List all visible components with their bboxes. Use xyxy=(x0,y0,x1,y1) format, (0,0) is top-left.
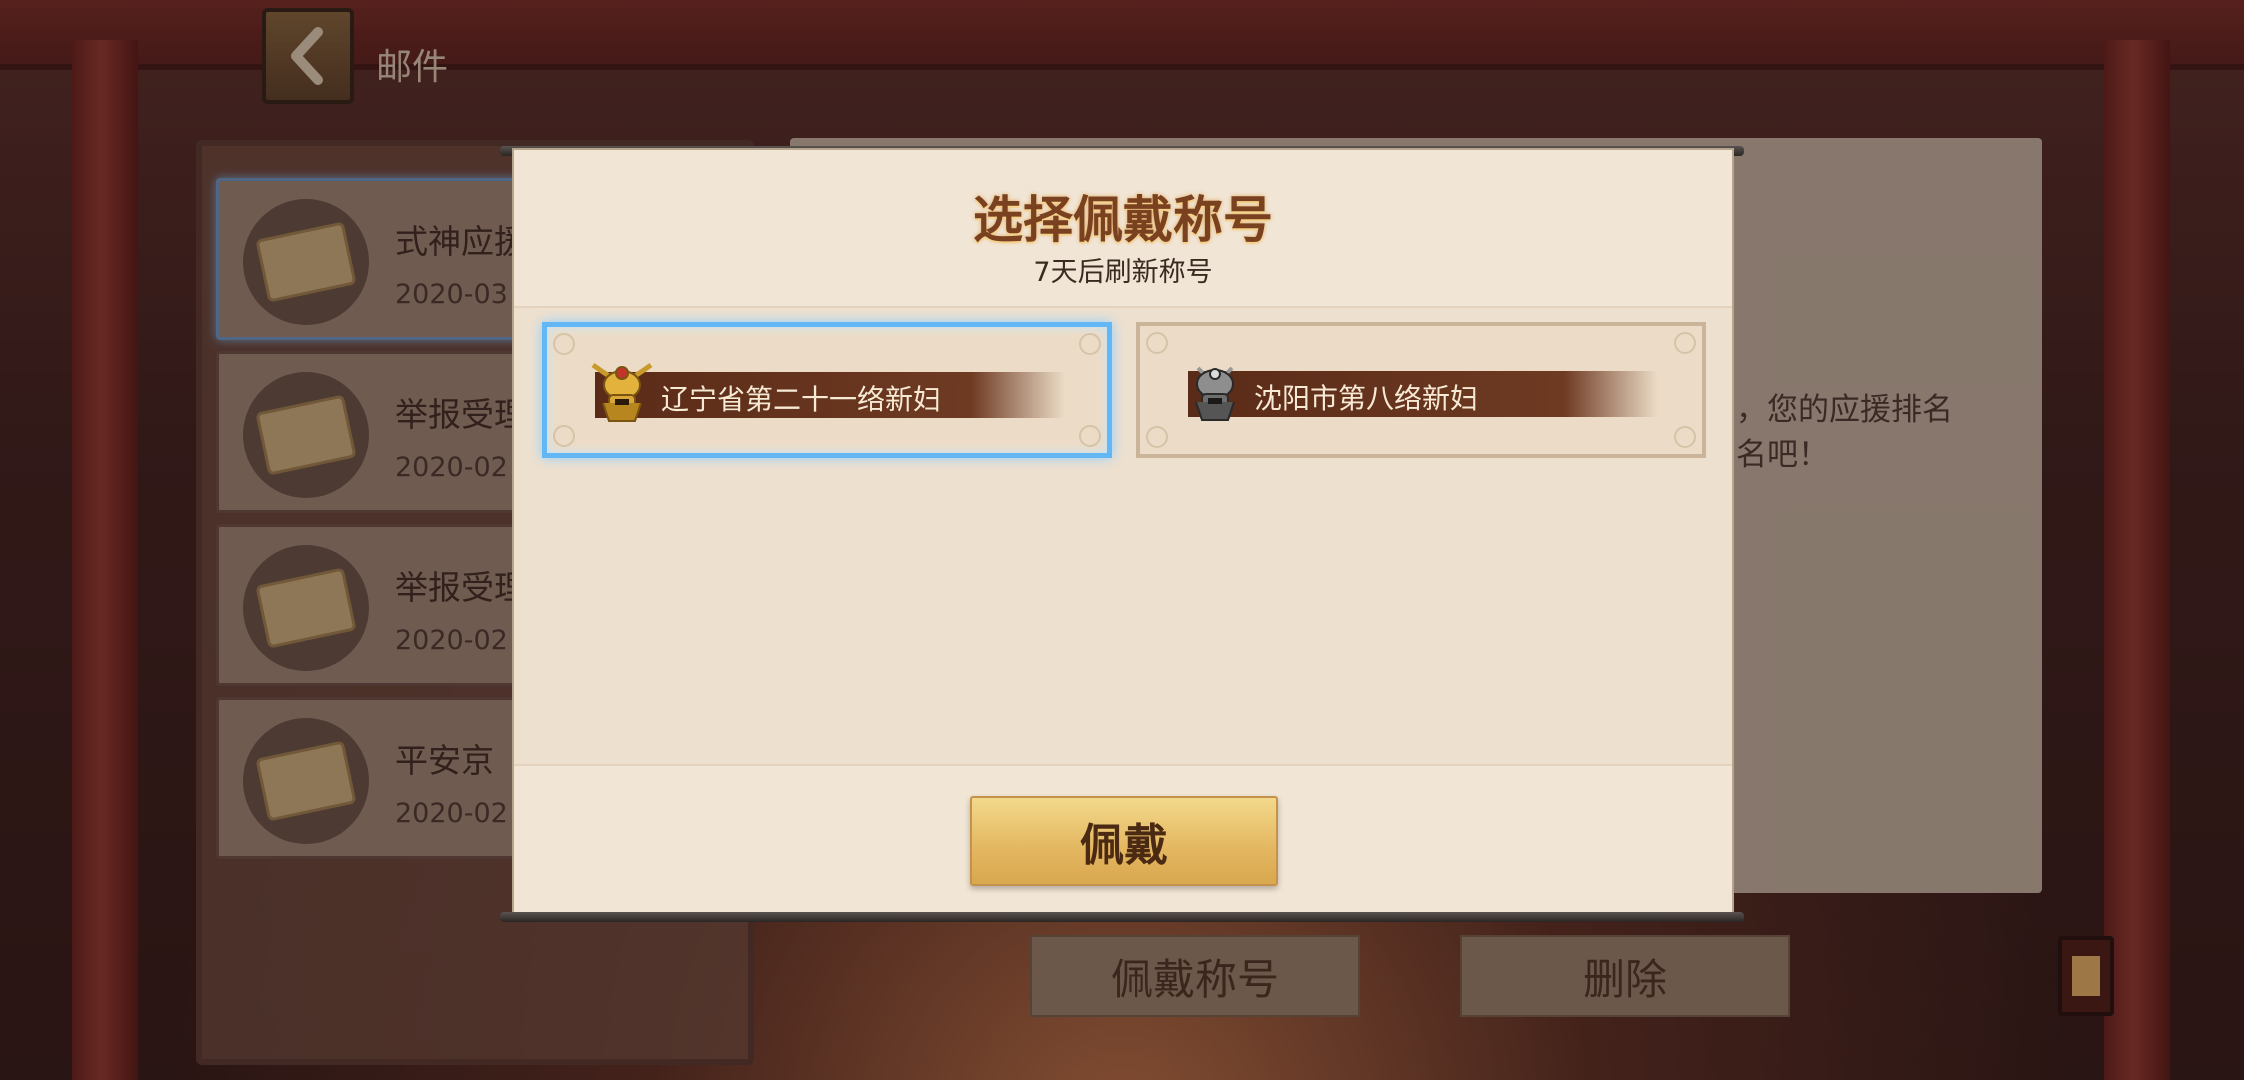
title-option[interactable]: 沈阳市第八络新妇 xyxy=(1136,322,1706,458)
select-title-dialog: 选择佩戴称号 7天后刷新称号 辽宁省第二十一络新妇 沈阳市第八络新妇 佩戴 xyxy=(514,150,1732,918)
dialog-subtitle: 7天后刷新称号 xyxy=(1033,257,1213,288)
title-option[interactable]: 辽宁省第二十一络新妇 xyxy=(542,322,1112,458)
title-banner: 辽宁省第二十一络新妇 xyxy=(595,372,1065,418)
equip-button[interactable]: 佩戴 xyxy=(970,796,1278,886)
title-option-label: 辽宁省第二十一络新妇 xyxy=(661,383,942,416)
title-banner: 沈阳市第八络新妇 xyxy=(1188,371,1658,417)
title-option-label: 沈阳市第八络新妇 xyxy=(1254,382,1479,415)
dialog-title: 选择佩戴称号 xyxy=(973,190,1273,249)
modal-bottom-rail xyxy=(500,912,1744,922)
gold-helmet-icon xyxy=(591,362,653,422)
silver-helmet-icon xyxy=(1195,366,1235,421)
